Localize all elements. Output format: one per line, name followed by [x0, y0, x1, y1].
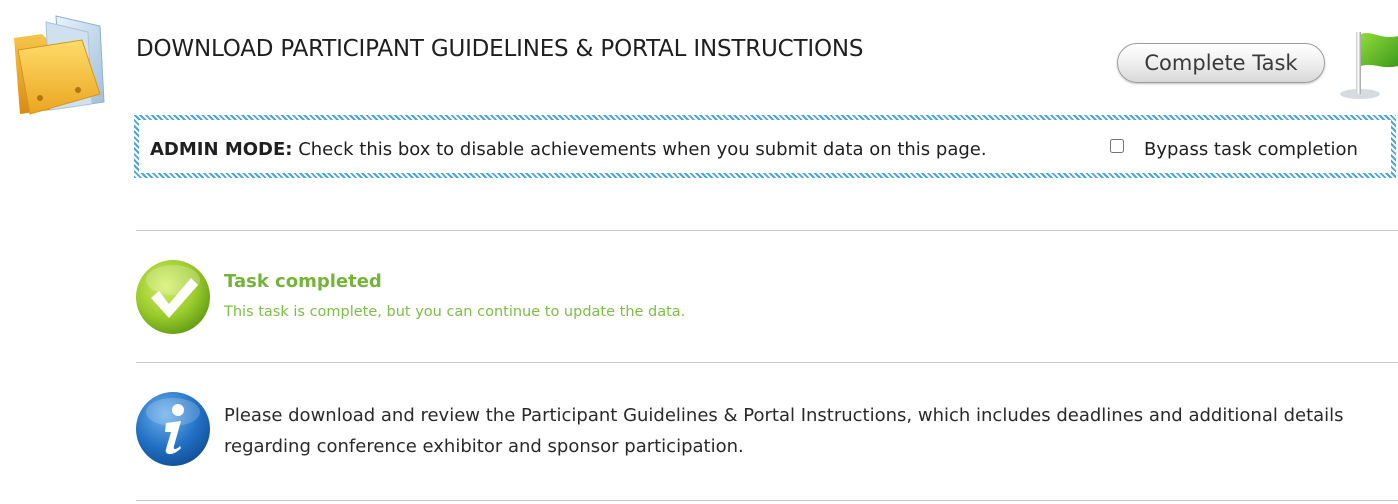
flag-icon	[1340, 32, 1398, 99]
admin-mode-label: ADMIN MODE:	[150, 139, 293, 160]
page-title: DOWNLOAD PARTICIPANT GUIDELINES & PORTAL…	[136, 36, 864, 62]
divider	[136, 362, 1398, 363]
admin-mode-description: Check this box to disable achievements w…	[292, 139, 987, 160]
divider	[136, 230, 1398, 231]
info-message: Please download and review the Participa…	[224, 405, 1344, 457]
task-status-message: This task is complete, but you can conti…	[224, 304, 686, 320]
folder-icon	[14, 15, 105, 115]
info-icon	[136, 392, 210, 466]
divider	[136, 500, 1398, 501]
task-status-heading: Task completed	[224, 271, 382, 292]
admin-mode-text: ADMIN MODE: Check this box to disable ac…	[150, 138, 987, 162]
bypass-task-label[interactable]: Bypass task completion	[1144, 138, 1358, 162]
complete-task-button[interactable]: Complete Task	[1117, 43, 1325, 83]
checkmark-icon	[136, 260, 210, 334]
bypass-task-checkbox[interactable]	[1110, 139, 1124, 153]
